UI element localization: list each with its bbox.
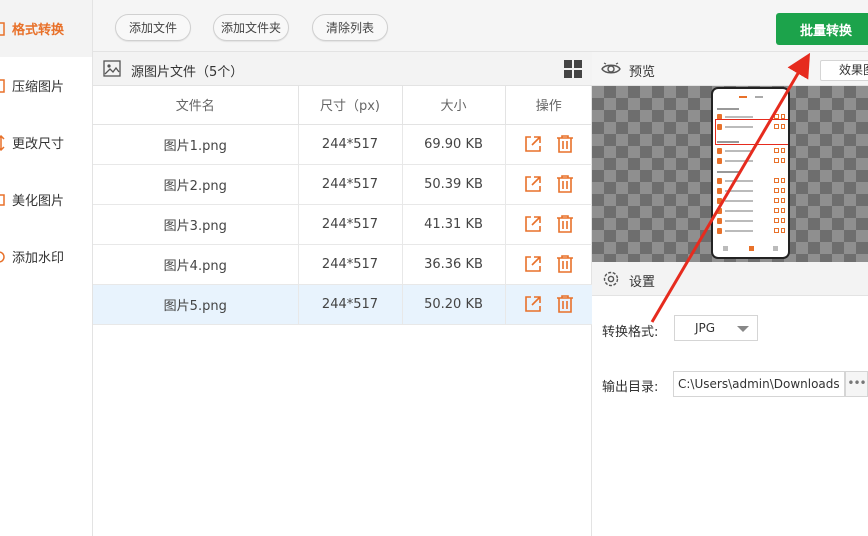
beautify-icon: [0, 193, 5, 206]
trash-icon[interactable]: [555, 134, 575, 154]
file-dimensions: 244*517: [298, 204, 403, 245]
batch-convert-button[interactable]: 批量转换: [776, 13, 868, 45]
table-header-row: 文件名 尺寸（px) 大小 操作: [93, 86, 592, 125]
file-size: 36.36 KB: [402, 244, 506, 285]
preview-canvas: [592, 86, 868, 262]
right-panel: 预览 效果图: [592, 52, 868, 536]
sidebar-item-label: 格式转换: [12, 23, 65, 38]
sidebar: 格式转换 压缩图片 更改尺寸 美化图片 添加水印: [0, 0, 93, 536]
settings-header: 设置: [592, 262, 868, 296]
format-select[interactable]: JPG: [674, 315, 758, 341]
preview-title: 预览: [629, 65, 656, 80]
column-header-filename[interactable]: 文件名: [93, 86, 299, 125]
row-actions: [505, 284, 592, 325]
file-panel-title: 源图片文件（5个）: [131, 65, 244, 80]
file-panel: 源图片文件（5个） 文件名 尺寸（px) 大小 操作 图片1.png 244*5…: [93, 52, 592, 536]
sidebar-item-label: 更改尺寸: [12, 137, 65, 152]
add-folder-button[interactable]: 添加文件夹: [213, 14, 289, 41]
trash-icon[interactable]: [555, 254, 575, 274]
file-dimensions: 244*517: [298, 164, 403, 205]
row-actions: [505, 164, 592, 205]
preview-header: 预览 效果图: [592, 52, 868, 86]
file-size: 50.20 KB: [402, 284, 506, 325]
file-table: 文件名 尺寸（px) 大小 操作 图片1.png 244*517 69.90 K…: [93, 86, 592, 325]
effect-preview-button[interactable]: 效果图: [820, 60, 868, 81]
file-size: 50.39 KB: [402, 164, 506, 205]
column-header-dimensions[interactable]: 尺寸（px): [298, 86, 403, 125]
clear-list-button[interactable]: 清除列表: [312, 14, 388, 41]
file-name: 图片2.png: [93, 164, 299, 205]
open-external-icon[interactable]: [523, 254, 543, 274]
sidebar-item-resize[interactable]: 更改尺寸: [0, 114, 92, 171]
trash-icon[interactable]: [555, 174, 575, 194]
compress-icon: [0, 78, 5, 93]
open-external-icon[interactable]: [523, 214, 543, 234]
row-actions: [505, 204, 592, 245]
preview-image: [711, 87, 790, 259]
column-header-actions: 操作: [505, 86, 592, 125]
file-panel-header: 源图片文件（5个）: [93, 52, 592, 86]
watermark-icon: [0, 250, 5, 263]
sidebar-item-label: 压缩图片: [12, 80, 65, 95]
eye-icon: [601, 62, 621, 74]
resize-icon: [0, 134, 5, 151]
sidebar-item-format-convert[interactable]: 格式转换: [0, 0, 92, 57]
output-dir-field[interactable]: C:\Users\admin\Downloads: [673, 371, 845, 397]
browse-button[interactable]: •••: [845, 371, 868, 397]
gear-icon: [603, 271, 619, 287]
chevron-down-icon: [737, 326, 749, 332]
table-row[interactable]: 图片5.png 244*517 50.20 KB: [93, 284, 592, 325]
table-row[interactable]: 图片3.png 244*517 41.31 KB: [93, 204, 592, 245]
file-name: 图片1.png: [93, 124, 299, 165]
file-dimensions: 244*517: [298, 244, 403, 285]
file-size: 41.31 KB: [402, 204, 506, 245]
sidebar-item-compress[interactable]: 压缩图片: [0, 57, 92, 114]
sidebar-item-beautify[interactable]: 美化图片: [0, 171, 92, 228]
row-actions: [505, 244, 592, 285]
table-row[interactable]: 图片1.png 244*517 69.90 KB: [93, 124, 592, 165]
sidebar-item-watermark[interactable]: 添加水印: [0, 228, 92, 285]
file-dimensions: 244*517: [298, 284, 403, 325]
toolbar: 添加文件 添加文件夹 清除列表 批量转换: [93, 0, 868, 52]
add-file-button[interactable]: 添加文件: [115, 14, 191, 41]
app-window: 格式转换 压缩图片 更改尺寸 美化图片 添加水印 添加文件 添加文件夹 清除列表…: [0, 0, 868, 536]
column-header-size[interactable]: 大小: [402, 86, 506, 125]
format-label: 转换格式:: [602, 325, 659, 340]
open-external-icon[interactable]: [523, 174, 543, 194]
image-icon: [103, 60, 121, 77]
open-external-icon[interactable]: [523, 294, 543, 314]
sidebar-item-label: 添加水印: [12, 251, 65, 266]
file-size: 69.90 KB: [402, 124, 506, 165]
file-dimensions: 244*517: [298, 124, 403, 165]
file-name: 图片3.png: [93, 204, 299, 245]
table-row[interactable]: 图片2.png 244*517 50.39 KB: [93, 164, 592, 205]
format-convert-icon: [0, 21, 5, 36]
grid-view-icon[interactable]: [564, 60, 582, 78]
trash-icon[interactable]: [555, 214, 575, 234]
table-row[interactable]: 图片4.png 244*517 36.36 KB: [93, 244, 592, 285]
trash-icon[interactable]: [555, 294, 575, 314]
open-external-icon[interactable]: [523, 134, 543, 154]
row-actions: [505, 124, 592, 165]
file-name: 图片5.png: [93, 284, 299, 325]
file-name: 图片4.png: [93, 244, 299, 285]
sidebar-item-label: 美化图片: [12, 194, 65, 209]
settings-title: 设置: [629, 275, 656, 290]
output-dir-label: 输出目录:: [602, 380, 659, 395]
format-value: JPG: [695, 321, 716, 335]
